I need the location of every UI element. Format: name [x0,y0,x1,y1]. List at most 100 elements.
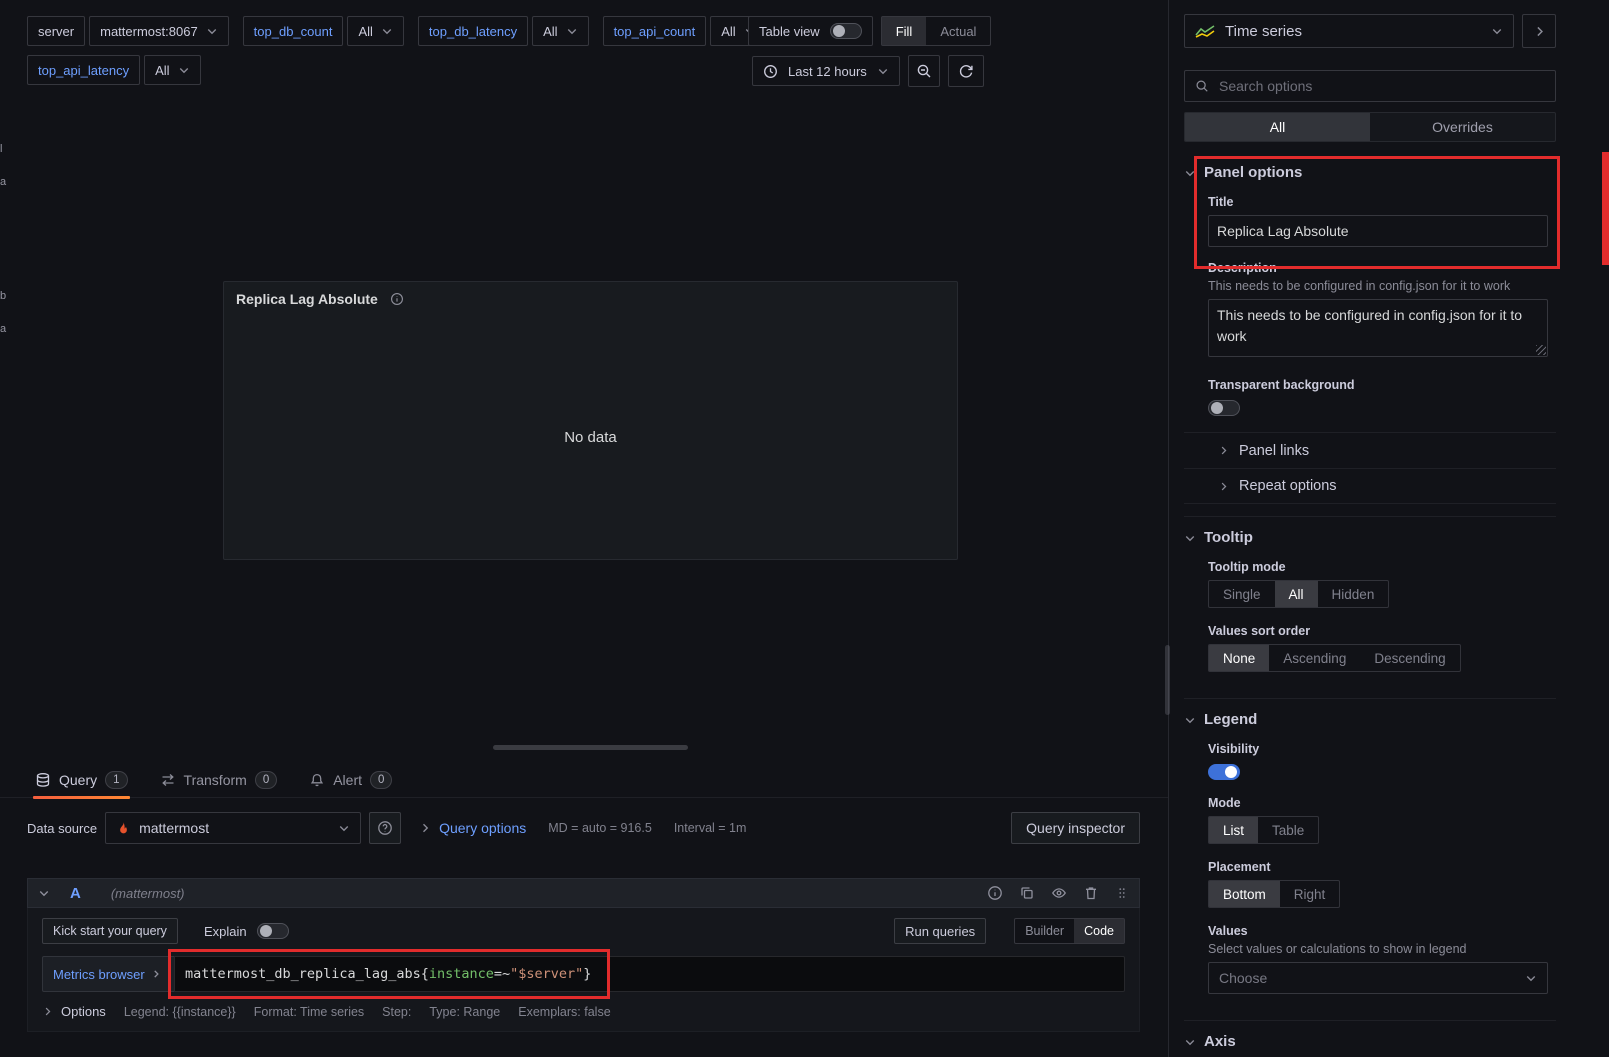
legend-values-select[interactable]: Choose [1208,962,1548,994]
expr-metric: mattermost_db_replica_lag_abs [185,966,421,982]
tab-all-options[interactable]: All [1185,113,1370,141]
tabbar-divider [0,797,1168,798]
query-inspector-button[interactable]: Query inspector [1011,812,1140,844]
legend-values-label: Values [1208,924,1548,938]
panel-description-textarea[interactable]: This needs to be configured in config.js… [1208,299,1548,357]
chevron-down-icon [1525,972,1537,984]
explain-toggle[interactable] [257,923,289,939]
variable-top-api-count-label[interactable]: top_api_count [603,16,707,46]
run-queries-button[interactable]: Run queries [894,918,986,944]
tab-overrides[interactable]: Overrides [1370,113,1555,141]
fill-option[interactable]: Fill [882,17,927,45]
variable-top-db-latency-value[interactable]: All [532,16,588,46]
legend-mode-list[interactable]: List [1209,817,1258,843]
sort-none[interactable]: None [1209,645,1269,671]
pane-splitter[interactable] [1168,0,1169,1057]
tooltip-mode-hidden[interactable]: Hidden [1318,581,1389,607]
panel-preview: Replica Lag Absolute No data [223,281,958,560]
options-collapser[interactable]: Options [42,1004,106,1019]
chevron-down-icon [1491,25,1503,37]
transparent-background-toggle[interactable] [1208,400,1240,416]
collapse-options-pane-button[interactable] [1522,14,1556,48]
options-format-text: Format: Time series [254,1005,364,1019]
drag-handle-icon[interactable] [1115,886,1129,900]
tooltip-mode-all[interactable]: All [1275,581,1318,607]
axis-header[interactable]: Axis [1184,1033,1556,1050]
query-ref-id: A [70,885,81,902]
code-option[interactable]: Code [1074,919,1124,943]
promql-expression-input[interactable]: mattermost_db_replica_lag_abs{instance=~… [174,956,1125,992]
query-row-body: Kick start your query Explain Run querie… [27,908,1140,1032]
options-search[interactable] [1184,70,1556,102]
legend-placement-right[interactable]: Right [1280,881,1340,907]
tooltip-header[interactable]: Tooltip [1184,529,1556,546]
left-clipped-text: b [0,290,6,302]
toggle-knob [1211,402,1223,414]
panel-links-collapser[interactable]: Panel links [1184,432,1556,468]
query-options-label: Query options [439,820,526,836]
variable-top-api-latency-label[interactable]: top_api_latency [27,55,140,85]
sort-ascending[interactable]: Ascending [1269,645,1360,671]
repeat-options-collapser[interactable]: Repeat options [1184,468,1556,504]
datasource-help-button[interactable] [369,812,401,844]
delete-query-trash-icon[interactable] [1083,885,1099,901]
duplicate-query-icon[interactable] [1019,885,1035,901]
options-search-input[interactable] [1217,77,1545,95]
refresh-button[interactable] [948,55,984,87]
legend-mode-table[interactable]: Table [1258,817,1318,843]
variable-server-value-text: mattermost:8067 [100,24,198,39]
table-view-toggle[interactable] [830,23,862,39]
hide-query-eye-icon[interactable] [1051,885,1067,901]
query-datasource-hint: (mattermost) [111,886,185,901]
tab-transform-label: Transform [184,772,247,788]
options-legend-text: Legend: {{instance}} [124,1005,236,1019]
visualization-name: Time series [1225,23,1302,40]
textarea-resize-grip-icon[interactable] [1536,345,1546,355]
variable-top-db-latency-label[interactable]: top_db_latency [418,16,528,46]
datasource-picker[interactable]: mattermost [105,812,361,844]
chevron-down-icon [38,887,50,899]
bell-icon [309,772,325,788]
variable-top-db-count-label[interactable]: top_db_count [243,16,344,46]
query-options-toggle[interactable]: Query options [419,820,526,836]
variable-value-text: All [358,24,372,39]
legend-placement-bottom[interactable]: Bottom [1209,881,1280,907]
info-circle-icon[interactable] [390,292,404,306]
legend-visibility-toggle[interactable] [1208,764,1240,780]
variable-top-api-latency-value[interactable]: All [144,55,200,85]
pane-resize-handle[interactable] [493,745,688,750]
legend-header[interactable]: Legend [1184,711,1556,728]
sort-descending[interactable]: Descending [1360,645,1459,671]
tab-query[interactable]: Query 1 [33,763,130,797]
metrics-browser-button[interactable]: Metrics browser [42,956,174,992]
legend-title: Legend [1204,711,1257,728]
info-circle-icon[interactable] [987,885,1003,901]
tab-transform-badge: 0 [255,771,277,789]
explain-label: Explain [204,924,247,939]
tooltip-mode-label: Tooltip mode [1208,560,1548,574]
chevron-right-icon [419,822,431,834]
tab-alert-label: Alert [333,772,362,788]
pane-splitter-grab[interactable] [1165,645,1170,715]
zoom-out-button[interactable] [908,55,940,87]
actual-option[interactable]: Actual [926,17,990,45]
panel-title-input[interactable] [1208,215,1548,247]
builder-option[interactable]: Builder [1015,919,1074,943]
tooltip-mode-single[interactable]: Single [1209,581,1275,607]
tab-transform[interactable]: Transform 0 [158,763,280,797]
variable-top-db-count-value[interactable]: All [347,16,403,46]
visualization-picker[interactable]: Time series [1184,14,1514,48]
variable-server-label[interactable]: server [27,16,85,46]
kick-start-query-button[interactable]: Kick start your query [42,918,178,944]
legend-visibility-label: Visibility [1208,742,1548,756]
prometheus-flame-icon [116,821,131,836]
time-range-picker[interactable]: Last 12 hours [752,56,900,86]
transparent-background-label: Transparent background [1208,378,1548,392]
description-help-text: This needs to be configured in config.js… [1208,279,1548,293]
chevron-down-icon [206,25,218,37]
left-clipped-text: l [0,143,2,155]
tab-alert[interactable]: Alert 0 [307,763,394,797]
panel-options-header[interactable]: Panel options [1184,164,1556,181]
variable-server-value[interactable]: mattermost:8067 [89,16,229,46]
query-row-header[interactable]: A (mattermost) [27,878,1140,908]
